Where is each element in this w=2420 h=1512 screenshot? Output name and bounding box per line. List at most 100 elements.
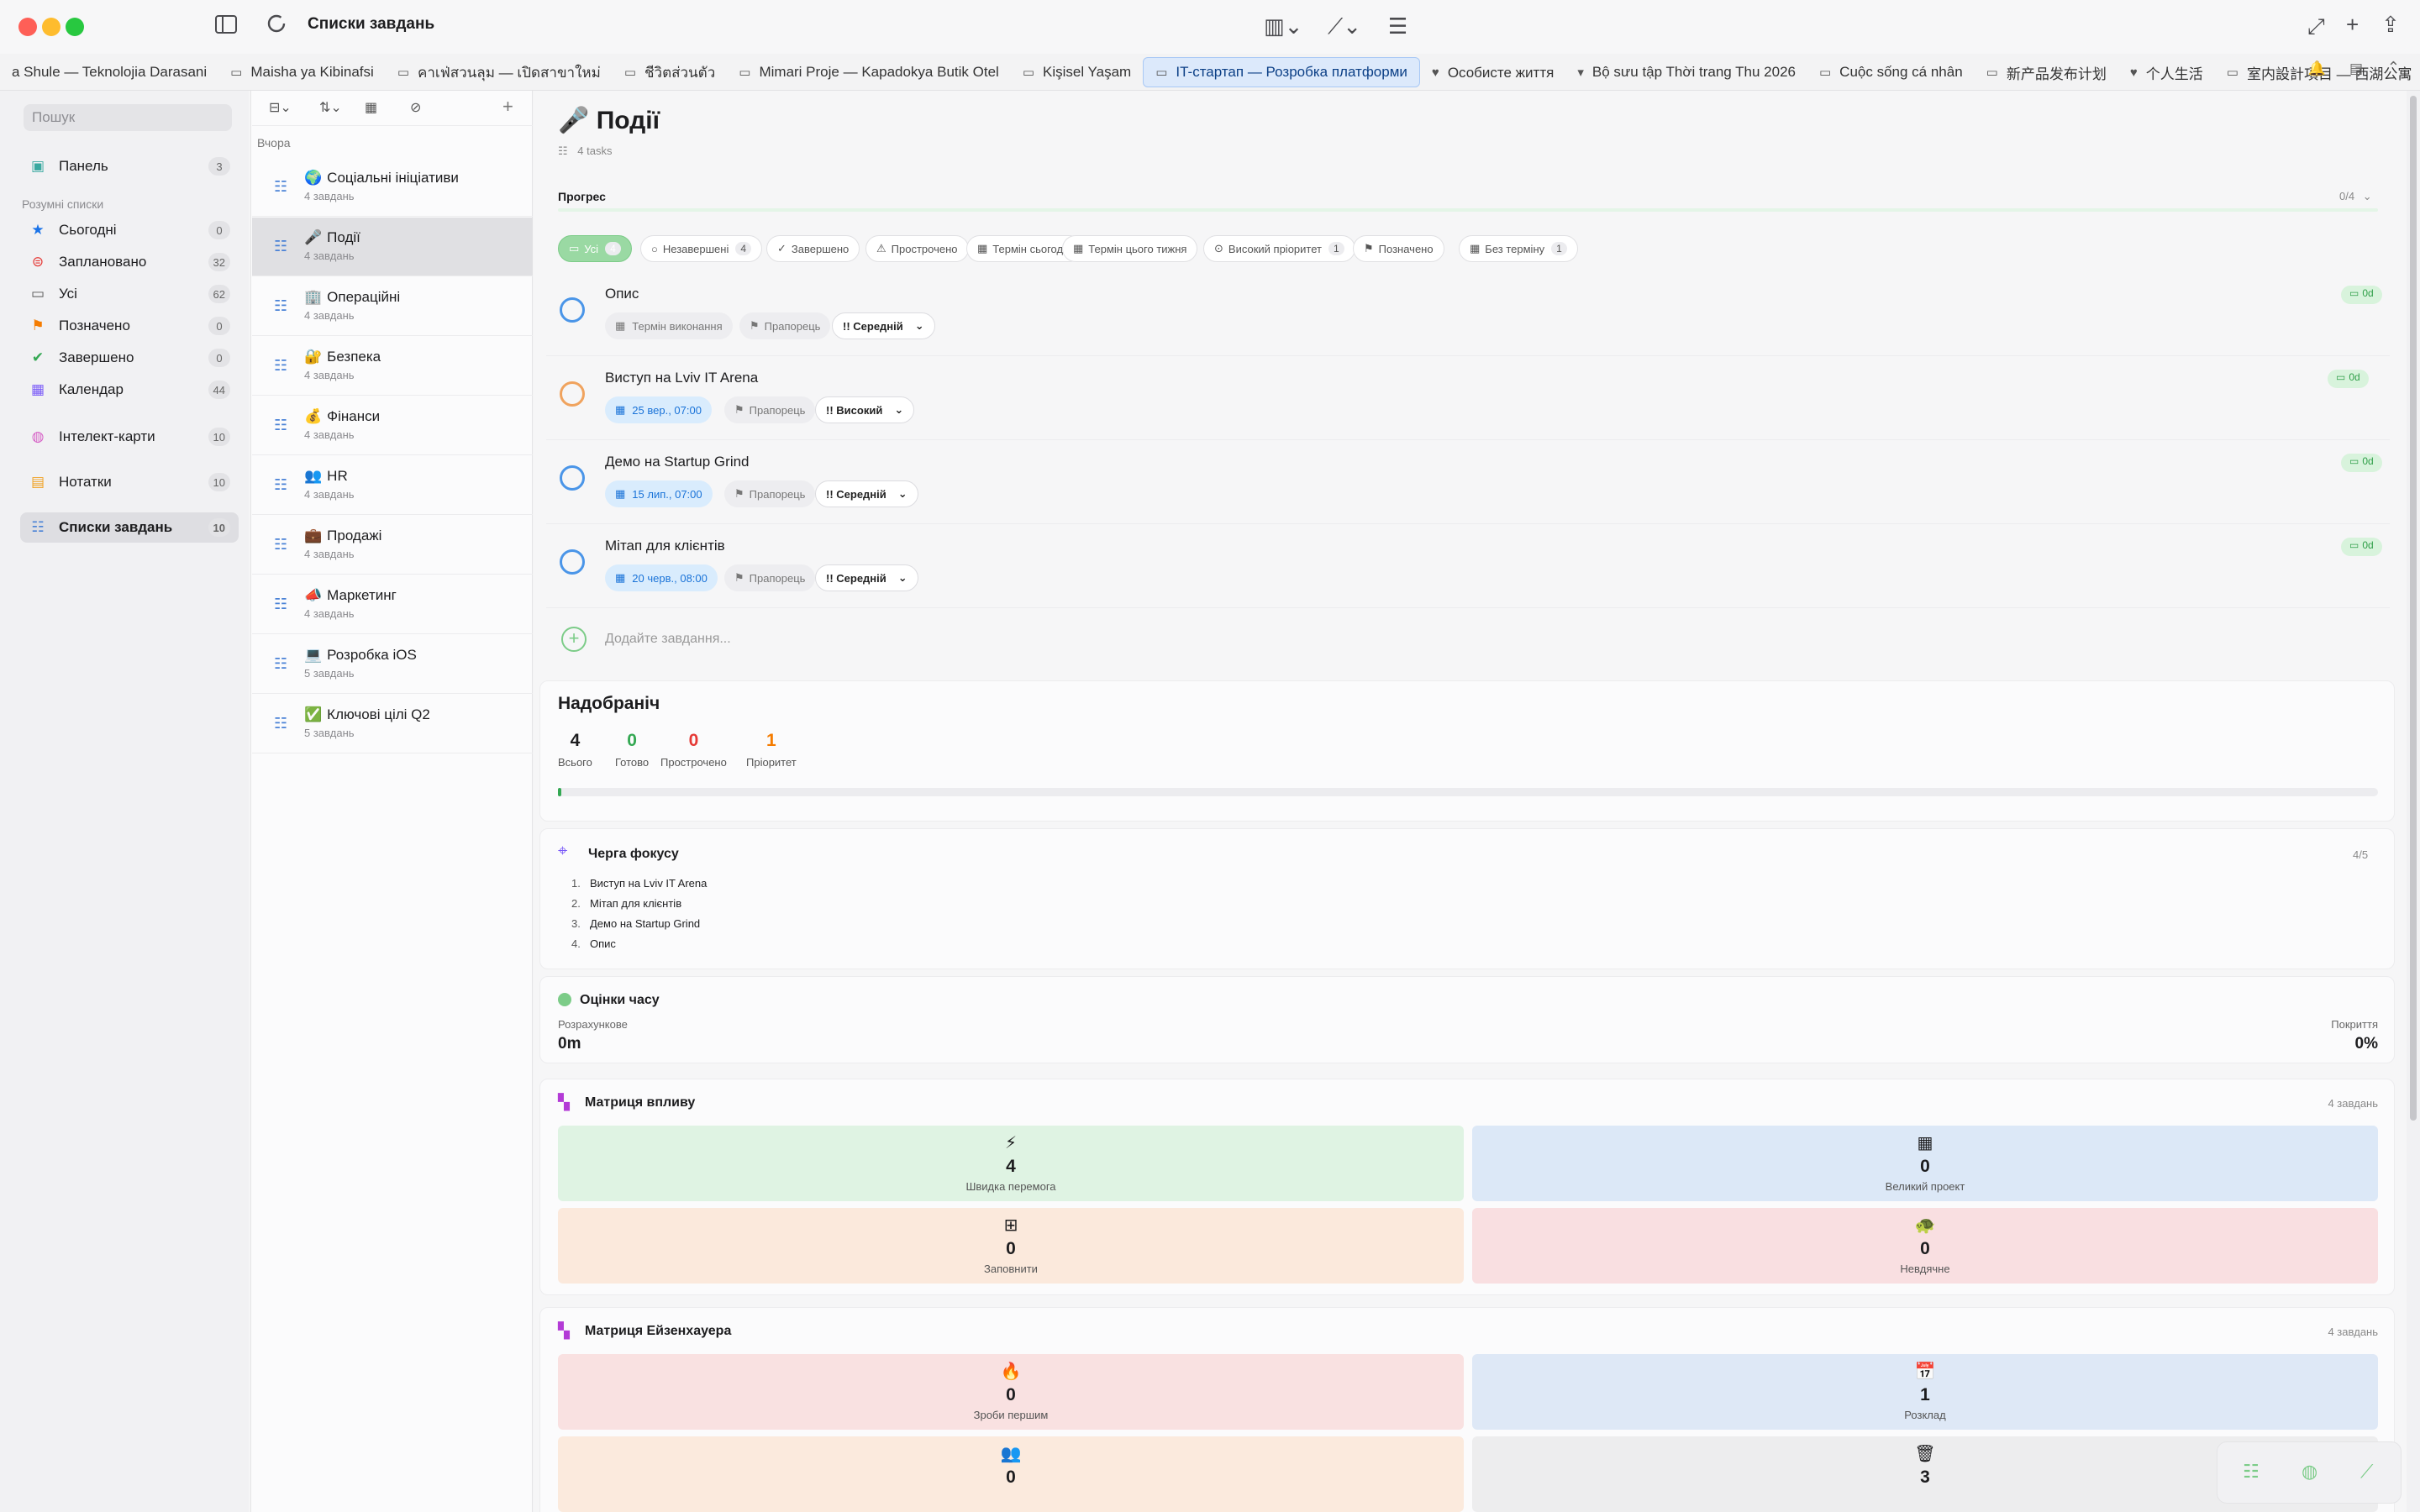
filter-chip-1[interactable]: ○ Незавершені 4 <box>640 235 763 262</box>
tab-9[interactable]: ▭ Cuộc sống cá nhân <box>1807 57 1975 87</box>
task-complete-checkbox[interactable] <box>560 297 585 323</box>
zoom-window-button[interactable] <box>66 18 84 36</box>
scrollbar-thumb[interactable] <box>2410 96 2417 1121</box>
list-item[interactable]: ☷ 🌍 Соціальні ініціативи 4 завдань <box>252 158 533 217</box>
focus-item[interactable]: 1. Виступ на Lviv IT Arena <box>571 877 707 890</box>
task-name[interactable]: Виступ на Lviv IT Arena <box>605 370 758 386</box>
impact-cell-1[interactable]: ▦ 0 Великий проект <box>1472 1126 2378 1201</box>
task-name[interactable]: Демо на Startup Grind <box>605 454 750 470</box>
focus-item[interactable]: 3. Демо на Startup Grind <box>571 917 700 930</box>
tab-2[interactable]: ▭ คาเฟ่สวนลุม — เปิดสาขาใหม่ <box>386 57 613 87</box>
sidebar-toggle-icon[interactable] <box>215 13 237 39</box>
list-item[interactable]: ☷ 💰 Фінанси 4 завдань <box>252 396 533 455</box>
eisenhower-cell-0[interactable]: 🔥 0 Зроби першим <box>558 1354 1464 1430</box>
filter-chip-3[interactable]: ⚠ Прострочено <box>865 235 969 262</box>
sidebar-item-notes[interactable]: ▤ Нотатки 10 <box>20 467 239 497</box>
chart-menu-icon[interactable]: ⟋⌄ <box>1328 13 1361 39</box>
panel-icon[interactable]: ▤ <box>2349 60 2363 77</box>
add-task-input[interactable]: Додайте завдання... <box>605 632 731 647</box>
focus-item[interactable]: 2. Мітап для клієнтів <box>571 897 681 910</box>
list-item[interactable]: ☷ 🔐 Безпека 4 завдань <box>252 337 533 396</box>
sync-icon[interactable] <box>266 13 287 39</box>
add-list-icon[interactable]: + <box>502 96 513 118</box>
task-name[interactable]: Мітап для клієнтів <box>605 538 725 554</box>
task-complete-checkbox[interactable] <box>560 549 585 575</box>
priority-dropdown[interactable]: !! Середній ⌄ <box>832 312 935 339</box>
flag-pill[interactable]: ⚑ Прапорець <box>724 396 816 423</box>
group-icon[interactable]: ▦ <box>365 99 377 116</box>
inbox-filter-icon[interactable]: ⊟⌄ <box>269 99 292 116</box>
tab-10[interactable]: ▭ 新产品发布计划 <box>1975 57 2118 87</box>
impact-cell-2[interactable]: ⊞ 0 Заповнити <box>558 1208 1464 1284</box>
expand-icon[interactable]: ⤢ <box>2307 13 2325 39</box>
tab-6[interactable]: ▭ IT-стартап — Розробка платформи <box>1143 57 1420 87</box>
sidebar-item-smart-4[interactable]: ✔ Завершено 0 <box>20 343 239 373</box>
eisenhower-cell-2[interactable]: 👥 0 <box>558 1436 1464 1512</box>
minimize-window-button[interactable] <box>42 18 60 36</box>
task-row[interactable]: Виступ на Lviv IT Arena ▦ 25 вер., 07:00 ⚑ П… <box>546 356 2390 440</box>
list-view-icon[interactable]: ☷ <box>2243 1461 2260 1483</box>
scrollbar-track[interactable] <box>2407 91 2420 1512</box>
sidebar-item-mindmaps[interactable]: ◍ Інтелект-карти 10 <box>20 422 239 452</box>
tab-7[interactable]: ♥ Особисте життя <box>1420 58 1565 88</box>
filter-chip-7[interactable]: ⚑ Позначено <box>1353 235 1444 262</box>
list-item[interactable]: ☷ 👥 HR 4 завдань <box>252 456 533 515</box>
filter-chip-5[interactable]: ▦ Термін цього тижня <box>1062 235 1198 262</box>
add-icon[interactable]: + <box>2346 12 2359 37</box>
due-date-pill[interactable]: ▦ 25 вер., 07:00 <box>605 396 712 423</box>
priority-dropdown[interactable]: !! Середній ⌄ <box>815 564 918 591</box>
priority-dropdown[interactable]: !! Середній ⌄ <box>815 480 918 507</box>
task-row[interactable]: Мітап для клієнтів ▦ 20 черв., 08:00 ⚑ Прапо… <box>546 524 2390 608</box>
list-item[interactable]: ☷ 💻 Розробка iOS 5 завдань <box>252 635 533 694</box>
task-row[interactable]: Демо на Startup Grind ▦ 15 лип., 07:00 ⚑ Пра… <box>546 440 2390 524</box>
list-item[interactable]: ☷ 💼 Продажі 4 завдань <box>252 516 533 575</box>
filter-chip-0[interactable]: ▭ Усі 4 <box>558 235 632 262</box>
add-task-icon[interactable]: + <box>561 627 587 652</box>
sidebar-item-tasklists[interactable]: ☷ Списки завдань 10 <box>20 512 239 543</box>
tab-1[interactable]: ▭ Maisha ya Kibinafsi <box>218 57 386 87</box>
filter-chip-6[interactable]: ⊙ Високий пріоритет 1 <box>1203 235 1355 262</box>
impact-cell-0[interactable]: ⚡ 4 Швидка перемога <box>558 1126 1464 1201</box>
sort-icon[interactable]: ⇅⌄ <box>319 99 342 116</box>
focus-item[interactable]: 4. Опис <box>571 937 616 950</box>
list-item[interactable]: ☷ 🏢 Операційні 4 завдань <box>252 277 533 336</box>
tab-11[interactable]: ♥ 个人生活 <box>2118 58 2215 88</box>
flag-pill[interactable]: ⚑ Прапорець <box>724 480 816 507</box>
priority-dropdown[interactable]: !! Високий ⌄ <box>815 396 915 423</box>
due-date-pill[interactable]: ▦ 20 черв., 08:00 <box>605 564 718 591</box>
eisenhower-cell-1[interactable]: 📅 1 Розклад <box>1472 1354 2378 1430</box>
close-window-button[interactable] <box>18 18 37 36</box>
task-name[interactable]: Опис <box>605 286 639 302</box>
tab-5[interactable]: ▭ Kişisel Yaşam <box>1011 57 1143 87</box>
filter-chip-2[interactable]: ✓ Завершено <box>766 235 860 262</box>
due-date-pill[interactable]: ▦ Термін виконання <box>605 312 733 339</box>
tab-0[interactable]: a Shule — Teknolojia Darasani <box>0 57 218 87</box>
search-input[interactable]: Пошук <box>24 104 232 131</box>
sidebar-item-smart-3[interactable]: ⚑ Позначено 0 <box>20 311 239 341</box>
settings-sliders-icon[interactable]: ☰ <box>1388 13 1407 39</box>
layout-menu-icon[interactable]: ▥⌄ <box>1264 13 1302 39</box>
tab-3[interactable]: ▭ ชีวิตส่วนตัว <box>613 57 727 87</box>
list-item[interactable]: ☷ 🎤 Події 4 завдань <box>252 218 533 276</box>
sidebar-item-smart-2[interactable]: ▭ Усі 62 <box>20 279 239 309</box>
tab-4[interactable]: ▭ Mimari Proje — Kapadokya Butik Otel <box>727 57 1011 87</box>
chevron-up-icon[interactable]: ⌃ <box>2387 59 2400 76</box>
sidebar-item-smart-0[interactable]: ★ Сьогодні 0 <box>20 215 239 245</box>
progress-toggle[interactable]: 0/4 ⌄ <box>2339 190 2372 203</box>
list-item[interactable]: ☷ ✅ Ключові цілі Q2 5 завдань <box>252 695 533 753</box>
flag-pill[interactable]: ⚑ Прапорець <box>724 564 816 591</box>
list-item[interactable]: ☷ 📣 Маркетинг 4 завдань <box>252 575 533 634</box>
bell-icon[interactable]: 🔔 <box>2308 60 2326 77</box>
filter-chip-8[interactable]: ▦ Без терміну 1 <box>1459 235 1578 262</box>
magic-wand-icon[interactable]: ⟋ <box>2360 1461 2373 1483</box>
tab-8[interactable]: ▾ Bộ sưu tập Thời trang Thu 2026 <box>1565 57 1807 87</box>
sidebar-item-smart-5[interactable]: ▦ Календар 44 <box>20 375 239 405</box>
sidebar-item-smart-1[interactable]: ⊜ Заплановано 32 <box>20 247 239 277</box>
check-filter-icon[interactable]: ⊘ <box>410 99 421 116</box>
task-complete-checkbox[interactable] <box>560 381 585 407</box>
task-row[interactable]: Опис ▦ Термін виконання ⚑ Прапорець !! Середн… <box>546 272 2390 356</box>
impact-cell-3[interactable]: 🐢 0 Невдячне <box>1472 1208 2378 1284</box>
sidebar-item-dashboard[interactable]: ▣ Панель 3 <box>20 151 239 181</box>
flag-pill[interactable]: ⚑ Прапорець <box>739 312 831 339</box>
task-complete-checkbox[interactable] <box>560 465 585 491</box>
